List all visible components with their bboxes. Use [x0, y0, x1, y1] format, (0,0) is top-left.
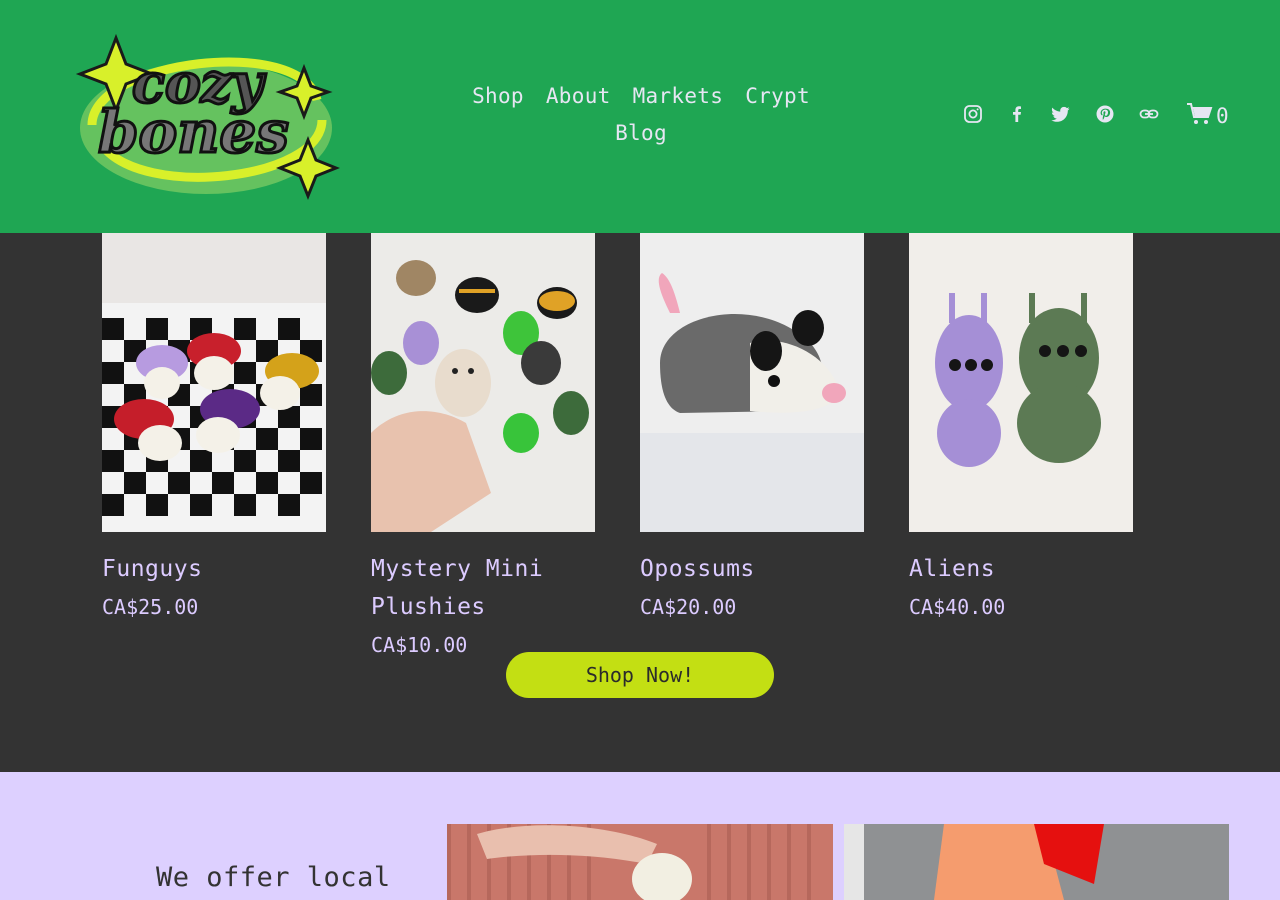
social-links — [963, 104, 1159, 124]
nav-about[interactable]: About — [546, 78, 611, 115]
product-name[interactable]: Funguys — [102, 550, 326, 588]
product-name[interactable]: Mystery Mini Plushies — [371, 550, 595, 626]
svg-text:bones: bones — [98, 98, 289, 166]
pinterest-icon[interactable] — [1095, 104, 1115, 124]
cart-button[interactable]: 0 — [1186, 102, 1229, 130]
link-icon[interactable] — [1139, 104, 1159, 124]
twitter-icon[interactable] — [1051, 104, 1071, 124]
instagram-icon[interactable] — [963, 104, 983, 124]
nav-shop[interactable]: Shop — [472, 78, 524, 115]
product-price: CA$25.00 — [102, 595, 199, 619]
nav-crypt[interactable]: Crypt — [745, 78, 810, 115]
shop-now-button[interactable]: Shop Now! — [506, 652, 774, 698]
local-photo-left — [447, 824, 833, 900]
cozy-bones-logo[interactable]: cozy bones — [72, 30, 341, 202]
local-photo-right — [844, 824, 1229, 900]
main-nav: Shop About Markets Crypt Blog — [466, 78, 816, 152]
product-image[interactable] — [640, 233, 864, 532]
product-price: CA$20.00 — [640, 595, 737, 619]
local-offer-heading: We offer local — [156, 862, 391, 893]
product-card[interactable]: Funguys CA$25.00 — [102, 233, 326, 626]
site-header: cozy bones Shop About Markets Crypt Blog — [0, 0, 1280, 233]
nav-markets[interactable]: Markets — [633, 78, 724, 115]
product-image[interactable] — [371, 233, 595, 532]
product-price: CA$40.00 — [909, 595, 1006, 619]
product-name[interactable]: Opossums — [640, 550, 864, 588]
cart-icon — [1186, 102, 1214, 130]
product-name[interactable]: Aliens — [909, 550, 1133, 588]
product-image[interactable] — [102, 233, 326, 532]
featured-products: Funguys CA$25.00 Mystery Mini Plushies C — [0, 233, 1280, 772]
facebook-icon[interactable] — [1007, 104, 1027, 124]
local-section: We offer local — [0, 772, 1280, 900]
cart-count: 0 — [1216, 104, 1229, 128]
product-card[interactable]: Mystery Mini Plushies CA$10.00 — [371, 233, 595, 664]
product-card[interactable]: Aliens CA$40.00 — [909, 233, 1133, 626]
product-image[interactable] — [909, 233, 1133, 532]
nav-blog[interactable]: Blog — [615, 115, 667, 152]
product-card[interactable]: Opossums CA$20.00 — [640, 233, 864, 626]
